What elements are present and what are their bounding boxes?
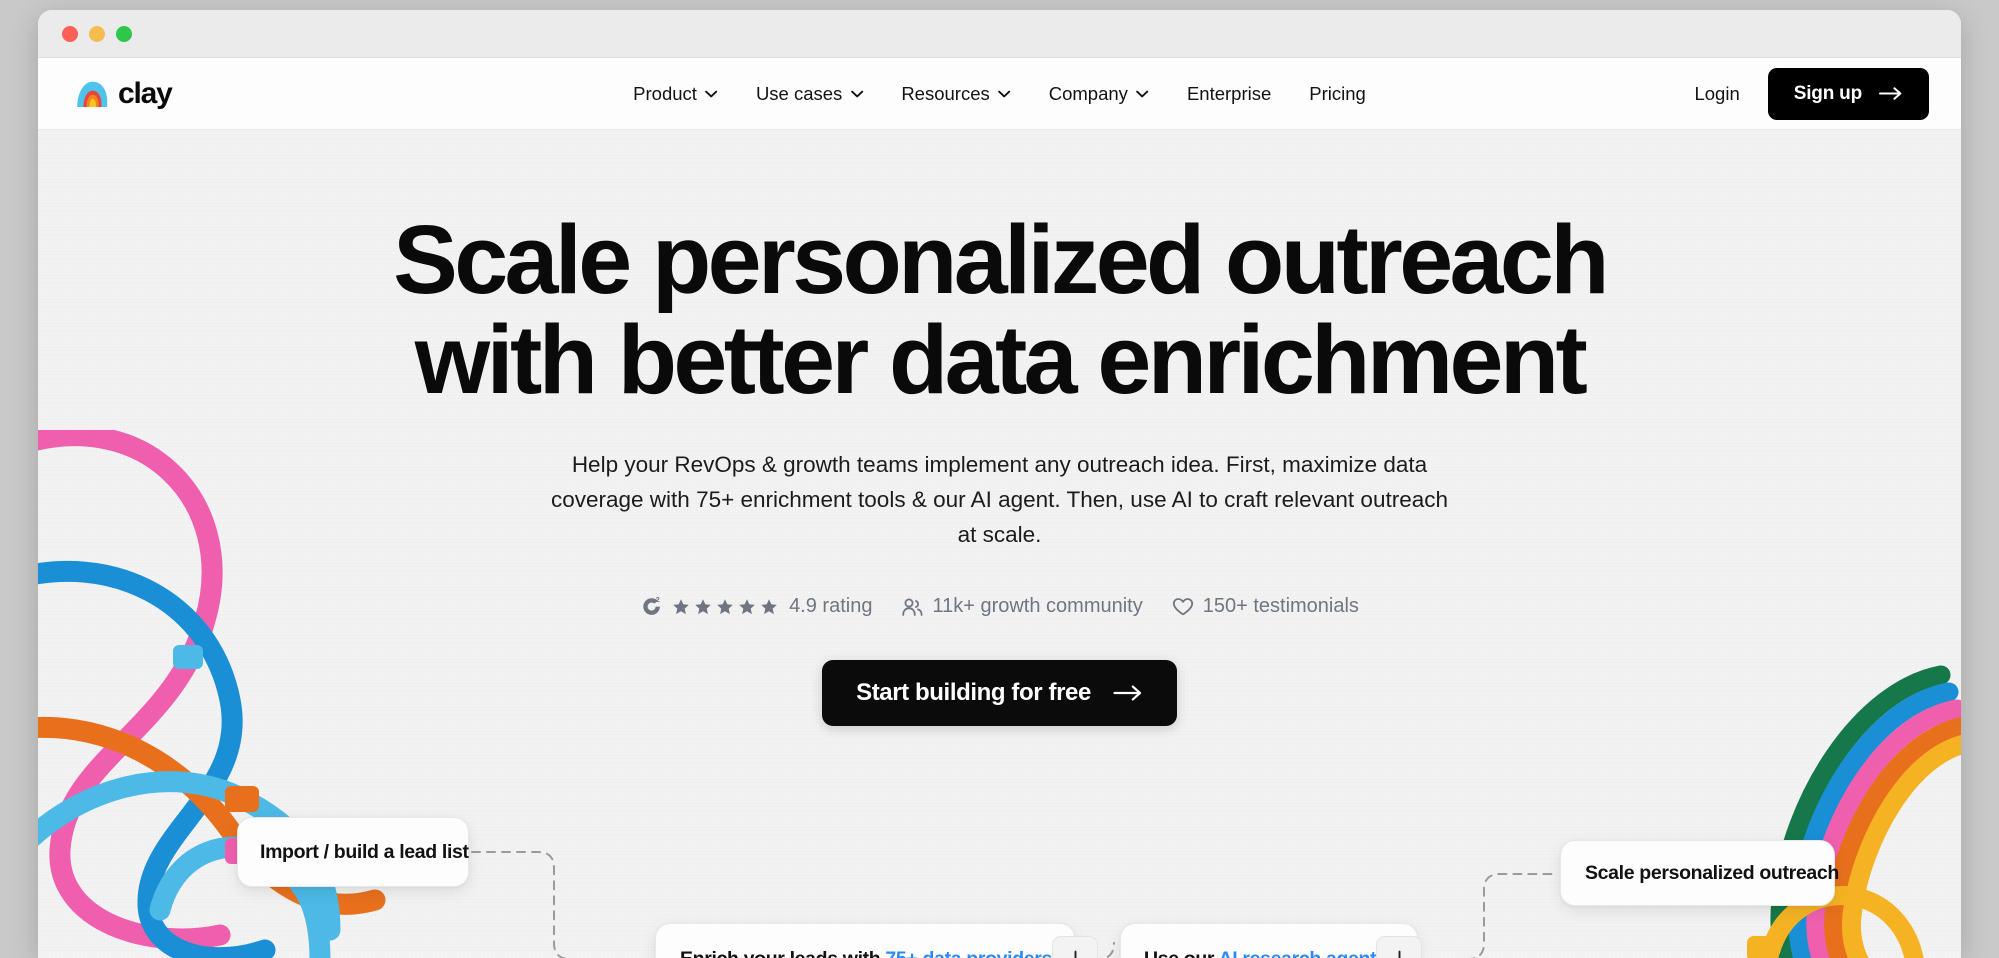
svg-text:2: 2 [656,596,660,605]
nav-item-company[interactable]: Company [1049,83,1149,105]
main-navigation: clay Product Use cases Resources Company… [38,58,1961,130]
testimonials-stat: 150+ testimonials [1172,595,1359,618]
nav-label: Product [633,82,697,104]
star-rating [672,598,778,616]
arrow-right-icon [1113,685,1143,701]
ai-research-agent-link[interactable]: AI research agent [1219,948,1377,958]
rating-text: 4.9 rating [789,595,873,618]
nav-label: Resources [901,82,990,104]
nav-label: Enterprise [1186,82,1272,104]
flow-card-label: Enrich your leads with 75+ data provider… [680,948,1052,958]
clay-logo-icon [74,80,109,108]
login-link[interactable]: Login [1694,83,1739,105]
community-text: 11k+ growth community [932,595,1143,618]
desktop-backdrop: clay Product Use cases Resources Company… [0,0,1999,958]
expand-agent-button[interactable] [1376,936,1423,958]
flow-card-ai-agent[interactable]: Use our AI research agent [1120,923,1423,958]
close-button[interactable] [62,25,78,42]
hero-subheading: Help your RevOps & growth teams implemen… [551,451,1448,547]
flow-card-import[interactable]: Import / build a lead list [237,817,469,887]
signup-label: Sign up [1793,82,1862,104]
flow-card-enrich[interactable]: Enrich your leads with 75+ data provider… [655,923,1098,958]
hero-content: Scale personalized outreach with better … [38,130,1961,727]
nav-label: Use cases [755,82,843,104]
page-title: Scale personalized outreach with better … [393,205,1609,414]
nav-item-resources[interactable]: Resources [901,82,1011,105]
minimize-button[interactable] [89,25,105,42]
flow-card-label: Use our AI research agent [1144,948,1377,958]
cta-container: Start building for free [38,660,1961,727]
nav-item-use-cases[interactable]: Use cases [756,83,863,105]
nav-links: Product Use cases Resources Company Ente… [633,83,1366,105]
zoom-button[interactable] [116,25,132,42]
heart-icon [1172,597,1194,617]
nav-item-enterprise[interactable]: Enterprise [1187,83,1271,105]
social-proof-row: 2 4.9 rating 11k+ growth community 150+ … [38,595,1961,618]
nav-item-pricing[interactable]: Pricing [1309,83,1366,105]
cta-label: Start building for free [856,679,1091,707]
hero-section: Scale personalized outreach with better … [38,130,1961,958]
community-stat: 11k+ growth community [901,595,1143,618]
data-providers-link[interactable]: 75+ data providers [885,948,1052,958]
g2-rating: 2 4.9 rating [640,595,872,618]
chevron-down-icon [1136,90,1149,98]
chevron-down-icon [705,90,718,98]
start-building-button[interactable]: Start building for free [822,660,1177,727]
flow-card-label: Scale personalized outreach [1585,861,1839,884]
brand-name: clay [118,76,173,110]
nav-label: Pricing [1309,82,1366,104]
nav-label: Company [1048,82,1128,104]
chevron-down-icon [850,90,863,98]
people-icon [901,597,923,617]
testimonials-text: 150+ testimonials [1202,595,1359,618]
browser-window: clay Product Use cases Resources Company… [38,10,1961,958]
flow-card-outreach[interactable]: Scale personalized outreach [1560,840,1839,906]
flow-card-label: Import / build a lead list [260,840,469,863]
brand-logo[interactable]: clay [74,76,173,111]
nav-item-product[interactable]: Product [633,83,718,105]
nav-actions: Login Sign up [1694,67,1929,120]
expand-enrich-button[interactable] [1052,936,1098,958]
chevron-down-icon [998,90,1011,98]
g2-logo-icon: 2 [640,595,663,618]
signup-button[interactable]: Sign up [1767,67,1929,120]
window-titlebar [38,10,1961,58]
arrow-right-icon [1879,87,1903,100]
